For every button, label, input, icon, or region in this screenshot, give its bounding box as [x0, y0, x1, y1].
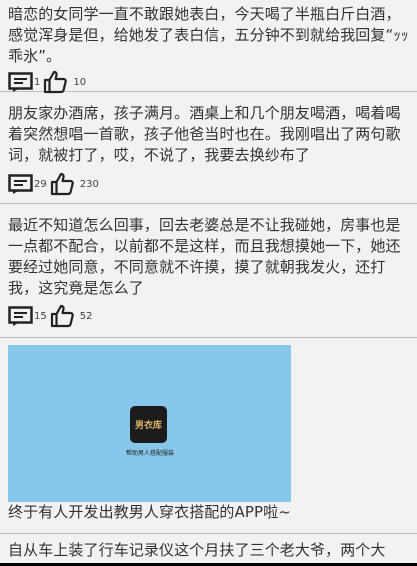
ad-caption: 终于有人开发出教男人穿衣搭配的APP啦~	[8, 503, 291, 521]
post-text: 朋友家办酒席，孩子满月。酒桌上和几个朋友喝酒，喝着喝着突然想唱一首歌，孩子他爸当…	[8, 104, 401, 164]
post-card[interactable]: 朋友家办酒席，孩子满月。酒桌上和几个朋友喝酒，喝着喝着突然想唱一首歌，孩子他爸当…	[0, 92, 417, 204]
thumbs-up-icon[interactable]	[50, 304, 74, 328]
like-count: 230	[79, 178, 99, 190]
post-text: 暗恋的女同学一直不敢跟她表白，今天喝了半瓶白斤白酒，感觉浑身是但，给她发了表白信…	[8, 5, 409, 65]
comment-icon[interactable]	[8, 72, 33, 92]
ad-image[interactable]: 男衣库 帮助男人搭配服装	[8, 345, 291, 502]
post-actions: 15 52	[8, 301, 409, 331]
thumbs-up-icon[interactable]	[50, 172, 74, 196]
post-text: 自从车上装了行车记录仪这个月扶了三个老大爷，两个大妈，一个孕妇。月收入六万多。只…	[8, 541, 401, 563]
comment-count: 1	[34, 76, 41, 88]
app-tagline: 帮助男人搭配服装	[125, 450, 174, 457]
post-text: 最近不知道怎么回事，回去老婆总是不让我碰她，房事也是一点都不配合，以前都不是这样…	[8, 216, 401, 297]
joke-feed[interactable]: 暗恋的女同学一直不敢跟她表白，今天喝了半瓶白斤白酒，感觉浑身是但，给她发了表白信…	[0, 0, 417, 563]
post-card[interactable]: 最近不知道怎么回事，回去老婆总是不让我碰她，房事也是一点都不配合，以前都不是这样…	[0, 204, 417, 338]
comment-count: 29	[34, 178, 47, 190]
comment-count: 15	[34, 310, 47, 322]
like-count: 52	[79, 310, 93, 322]
comment-icon[interactable]	[8, 174, 33, 194]
ad-card[interactable]: 男衣库 帮助男人搭配服装 终于有人开发出教男人穿衣搭配的APP啦~	[0, 338, 417, 534]
post-actions: 29 230	[8, 169, 409, 199]
like-count: 10	[73, 76, 87, 88]
comment-icon[interactable]	[8, 306, 33, 326]
post-card[interactable]: 暗恋的女同学一直不敢跟她表白，今天喝了半瓶白斤白酒，感觉浑身是但，给她发了表白信…	[0, 0, 417, 94]
app-logo: 男衣库	[130, 406, 167, 443]
post-card[interactable]: 自从车上装了行车记录仪这个月扶了三个老大爷，两个大妈，一个孕妇。月收入六万多。只…	[0, 534, 417, 563]
thumbs-up-icon[interactable]	[43, 70, 68, 94]
